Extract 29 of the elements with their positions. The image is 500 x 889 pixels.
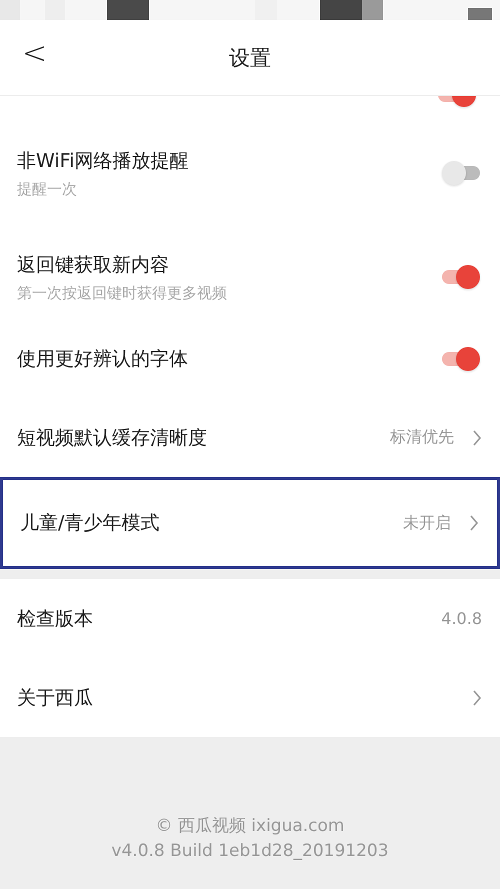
row-label: 关于西瓜 <box>17 686 94 710</box>
row-label: 返回键获取新内容 <box>17 252 170 278</box>
settings-row[interactable]: 非WiFi网络播放提醒 提醒一次 <box>0 111 500 215</box>
row-label: 使用更好辨认的字体 <box>17 346 189 372</box>
toggle-switch[interactable] <box>442 161 480 185</box>
settings-row[interactable]: 儿童/青少年模式 未开启 <box>0 477 500 569</box>
row-value: 4.0.8 <box>441 609 482 628</box>
settings-row[interactable]: 使用更好辨认的字体 <box>0 319 500 398</box>
row-label: 儿童/青少年模式 <box>20 511 160 536</box>
chevron-right-icon <box>472 430 482 446</box>
row-subtitle: 提醒一次 <box>17 180 78 198</box>
toggle-switch[interactable] <box>442 346 480 370</box>
page-title: 设置 <box>229 44 271 72</box>
settings-row[interactable]: 返回键获取新内容 第一次按返回键时获得更多视频 <box>0 215 500 319</box>
toggle-switch[interactable] <box>442 265 480 289</box>
row-label: 短视频默认缓存清晰度 <box>17 426 208 450</box>
copyright-text: © 西瓜视频 ixigua.com <box>155 815 344 837</box>
build-version-text: v4.0.8 Build 1eb1d28_20191203 <box>111 841 389 861</box>
settings-row[interactable]: 关于西瓜 <box>0 658 500 737</box>
chevron-right-icon <box>469 515 479 531</box>
row-subtitle: 第一次按返回键时获得更多视频 <box>17 284 228 302</box>
row-label: 检查版本 <box>17 606 94 632</box>
row-value: 未开启 <box>403 512 451 534</box>
row-label: 非WiFi网络播放提醒 <box>17 148 190 174</box>
row-value: 标清优先 <box>390 427 454 448</box>
back-button[interactable]: < <box>22 36 48 71</box>
settings-row[interactable]: 检查版本 4.0.8 <box>0 579 500 658</box>
chevron-right-icon <box>472 690 482 706</box>
settings-row[interactable]: 短视频默认缓存清晰度 标清优先 <box>0 398 500 477</box>
